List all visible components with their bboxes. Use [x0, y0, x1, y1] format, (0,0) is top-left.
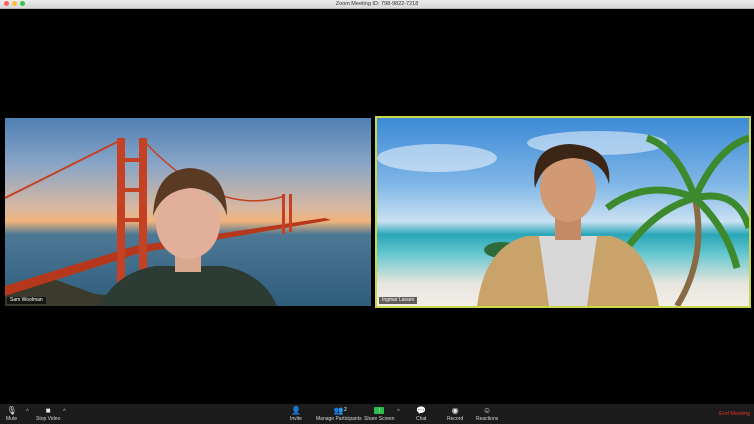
record-button[interactable]: ◉ Record: [447, 406, 463, 422]
participants-icon: 👥 2: [333, 406, 347, 415]
video-tile-ingmar-larsen[interactable]: Ingmar Larsen: [375, 116, 751, 308]
chat-button[interactable]: 💬 Chat: [416, 406, 427, 422]
participant-count-badge: 2: [344, 407, 347, 413]
mute-button[interactable]: 🎙 Mute: [6, 406, 17, 422]
record-icon: ◉: [451, 406, 459, 415]
participant-name-label: Sam Woolman: [7, 297, 46, 304]
mic-icon: 🎙: [6, 406, 17, 415]
beach-background: [377, 131, 749, 306]
window-title-bar: Zoom Meeting ID: 798-9822-7218: [0, 0, 754, 9]
share-screen-icon: ↑: [374, 407, 385, 414]
reactions-icon: ☺: [483, 406, 492, 415]
video-camera-icon: ■: [45, 406, 51, 415]
share-screen-button[interactable]: ↑ Share Screen: [364, 406, 395, 422]
meeting-toolbar: 🎙 Mute ^ ■ Stop Video ^ 👤 Invite 👥 2 Mana…: [0, 404, 754, 424]
manage-participants-button[interactable]: 👥 2 Manage Participants: [316, 406, 362, 422]
end-meeting-button[interactable]: End Meeting: [719, 411, 750, 417]
invite-icon: 👤: [290, 406, 301, 415]
chevron-up-icon[interactable]: ^: [397, 409, 400, 415]
participant-name-label: Ingmar Larsen: [379, 297, 418, 304]
chevron-up-icon[interactable]: ^: [26, 409, 29, 415]
window-title: Zoom Meeting ID: 798-9822-7218: [335, 1, 419, 7]
golden-gate-background: [5, 138, 331, 306]
invite-button[interactable]: 👤 Invite: [290, 406, 302, 422]
reactions-button[interactable]: ☺ Reactions: [476, 406, 498, 422]
video-tile-sam-woolman[interactable]: Sam Woolman: [5, 118, 371, 306]
stop-video-button[interactable]: ■ Stop Video: [36, 406, 60, 422]
chat-icon: 💬: [416, 406, 427, 415]
chevron-up-icon[interactable]: ^: [63, 409, 66, 415]
